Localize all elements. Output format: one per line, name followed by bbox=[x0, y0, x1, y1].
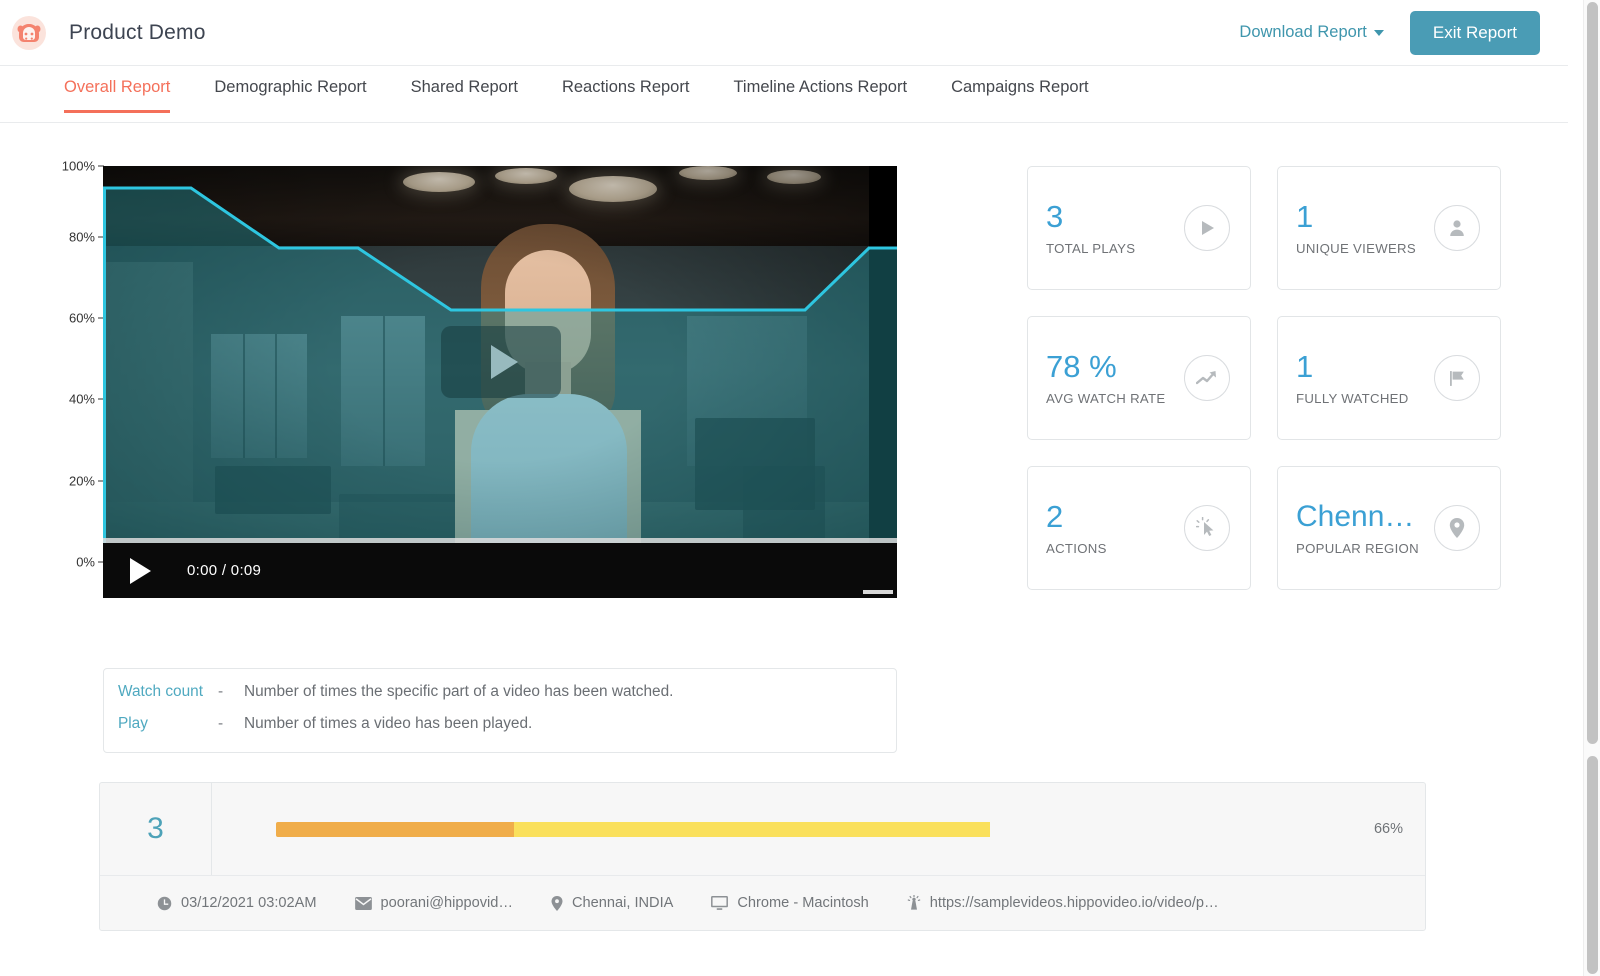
meta-text: 03/12/2021 03:02AM bbox=[181, 895, 317, 911]
tab-shared-report[interactable]: Shared Report bbox=[411, 66, 518, 113]
stat-label: FULLY WATCHED bbox=[1296, 391, 1409, 407]
map-pin-icon bbox=[1434, 505, 1480, 551]
scrollbar-thumb-lower[interactable] bbox=[1587, 756, 1598, 974]
stat-label: ACTIONS bbox=[1046, 541, 1107, 557]
play-icon[interactable] bbox=[130, 557, 151, 584]
map-pin-icon bbox=[551, 895, 563, 911]
video-scrub-handle[interactable] bbox=[863, 590, 893, 594]
stat-label: UNIQUE VIEWERS bbox=[1296, 241, 1416, 257]
legend-description: Number of times a video has been played. bbox=[244, 715, 533, 732]
chart-legend-box: Watch count - Number of times the specif… bbox=[103, 668, 897, 753]
tab-reactions-report[interactable]: Reactions Report bbox=[562, 66, 689, 113]
meta-source-url: https://samplevideos.hippovideo.io/video… bbox=[907, 895, 1219, 911]
viewer-row[interactable]: 3 66% 03/12/2021 03:02AM poorani@hippovi… bbox=[99, 782, 1426, 931]
legend-row-play: Play - Number of times a video has been … bbox=[118, 715, 896, 733]
page-scrollbar[interactable] bbox=[1583, 0, 1600, 976]
meta-browser: Chrome - Macintosh bbox=[711, 895, 869, 911]
chevron-down-icon bbox=[1373, 29, 1384, 36]
stat-label: AVG WATCH RATE bbox=[1046, 391, 1166, 407]
legend-row-watch-count: Watch count - Number of times the specif… bbox=[118, 683, 896, 701]
tab-campaigns-report[interactable]: Campaigns Report bbox=[951, 66, 1089, 113]
chart-y-axis: 100% 80% 60% 40% 20% 0% bbox=[0, 123, 104, 603]
stat-card-popular-region: Chenn… POPULAR REGION bbox=[1277, 466, 1501, 590]
play-circle-icon bbox=[1184, 205, 1230, 251]
y-tick-0: 0% bbox=[76, 555, 104, 570]
stat-value: 1 bbox=[1296, 349, 1314, 384]
play-overlay-icon[interactable] bbox=[441, 326, 561, 398]
video-player[interactable]: 0:00 / 0:09 bbox=[103, 166, 897, 598]
legend-dash: - bbox=[218, 715, 224, 732]
watch-progress-bar[interactable] bbox=[276, 821, 1358, 837]
download-report-dropdown[interactable]: Download Report bbox=[1239, 23, 1384, 42]
flag-icon bbox=[1434, 355, 1480, 401]
envelope-icon bbox=[354, 896, 372, 910]
download-report-label: Download Report bbox=[1239, 23, 1367, 41]
progress-segment-partial bbox=[514, 821, 991, 837]
stat-value: Chenn… bbox=[1296, 500, 1415, 534]
legend-description: Number of times the specific part of a v… bbox=[244, 683, 674, 700]
y-tick-40: 40% bbox=[69, 392, 104, 407]
stat-card-avg-watch-rate: 78 % AVG WATCH RATE bbox=[1027, 316, 1251, 440]
viewer-summary: 3 66% bbox=[100, 783, 1425, 875]
trending-up-icon bbox=[1184, 355, 1230, 401]
header-actions: Download Report Exit Report bbox=[1239, 10, 1568, 55]
y-tick-80: 80% bbox=[69, 230, 104, 245]
monitor-icon bbox=[711, 895, 729, 911]
app-header: Product Demo Download Report Exit Report bbox=[0, 0, 1568, 66]
stat-value: 78 % bbox=[1046, 349, 1117, 384]
stat-card-actions: 2 ACTIONS bbox=[1027, 466, 1251, 590]
source-icon bbox=[907, 895, 921, 911]
stat-value: 1 bbox=[1296, 199, 1314, 234]
y-tick-100: 100% bbox=[62, 159, 104, 174]
click-cursor-icon bbox=[1184, 505, 1230, 551]
tab-overall-report[interactable]: Overall Report bbox=[64, 66, 171, 113]
video-time-display: 0:00 / 0:09 bbox=[187, 562, 262, 579]
progress-percent-label: 66% bbox=[1373, 821, 1403, 837]
meta-email: poorani@hippovid… bbox=[354, 895, 513, 911]
hippo-logo-icon bbox=[11, 15, 47, 51]
stat-card-fully-watched: 1 FULLY WATCHED bbox=[1277, 316, 1501, 440]
viewer-progress: 66% bbox=[212, 783, 1425, 875]
meta-text: Chennai, INDIA bbox=[571, 895, 674, 911]
video-controls: 0:00 / 0:09 bbox=[103, 543, 897, 598]
page-title: Product Demo bbox=[69, 20, 206, 44]
meta-text: Chrome - Macintosh bbox=[737, 895, 869, 911]
y-tick-60: 60% bbox=[69, 311, 104, 326]
exit-report-button[interactable]: Exit Report bbox=[1409, 10, 1540, 55]
watch-count-chart: 100% 80% 60% 40% 20% 0% 0:00 / 0:09 bbox=[0, 123, 960, 643]
user-icon bbox=[1434, 205, 1480, 251]
meta-text: https://samplevideos.hippovideo.io/video… bbox=[929, 895, 1219, 911]
clock-icon bbox=[157, 896, 172, 911]
stat-card-unique-viewers: 1 UNIQUE VIEWERS bbox=[1277, 166, 1501, 290]
tab-demographic-report[interactable]: Demographic Report bbox=[214, 66, 366, 113]
stat-label: TOTAL PLAYS bbox=[1046, 241, 1136, 257]
y-tick-20: 20% bbox=[69, 474, 104, 489]
stat-label: POPULAR REGION bbox=[1296, 540, 1419, 556]
tab-timeline-actions-report[interactable]: Timeline Actions Report bbox=[733, 66, 907, 113]
viewer-metadata: 03/12/2021 03:02AM poorani@hippovid… Che… bbox=[100, 875, 1425, 930]
legend-term: Play bbox=[118, 715, 148, 732]
legend-term: Watch count bbox=[118, 683, 203, 700]
legend-dash: - bbox=[218, 683, 224, 700]
stat-value: 2 bbox=[1046, 499, 1064, 534]
report-page: Product Demo Download Report Exit Report… bbox=[0, 0, 1600, 976]
scrollbar-thumb[interactable] bbox=[1587, 2, 1598, 744]
meta-text: poorani@hippovid… bbox=[380, 895, 513, 911]
meta-location: Chennai, INDIA bbox=[551, 895, 673, 911]
report-tabs: Overall Report Demographic Report Shared… bbox=[0, 66, 1568, 123]
meta-timestamp: 03/12/2021 03:02AM bbox=[157, 895, 317, 911]
stat-card-total-plays: 3 TOTAL PLAYS bbox=[1027, 166, 1251, 290]
stat-value: 3 bbox=[1046, 199, 1064, 234]
progress-segment-watched bbox=[276, 821, 515, 837]
viewer-play-count: 3 bbox=[100, 783, 212, 875]
stat-cards: 3 TOTAL PLAYS 1 UNIQUE VIEWERS 78 % AVG … bbox=[1027, 166, 1503, 590]
